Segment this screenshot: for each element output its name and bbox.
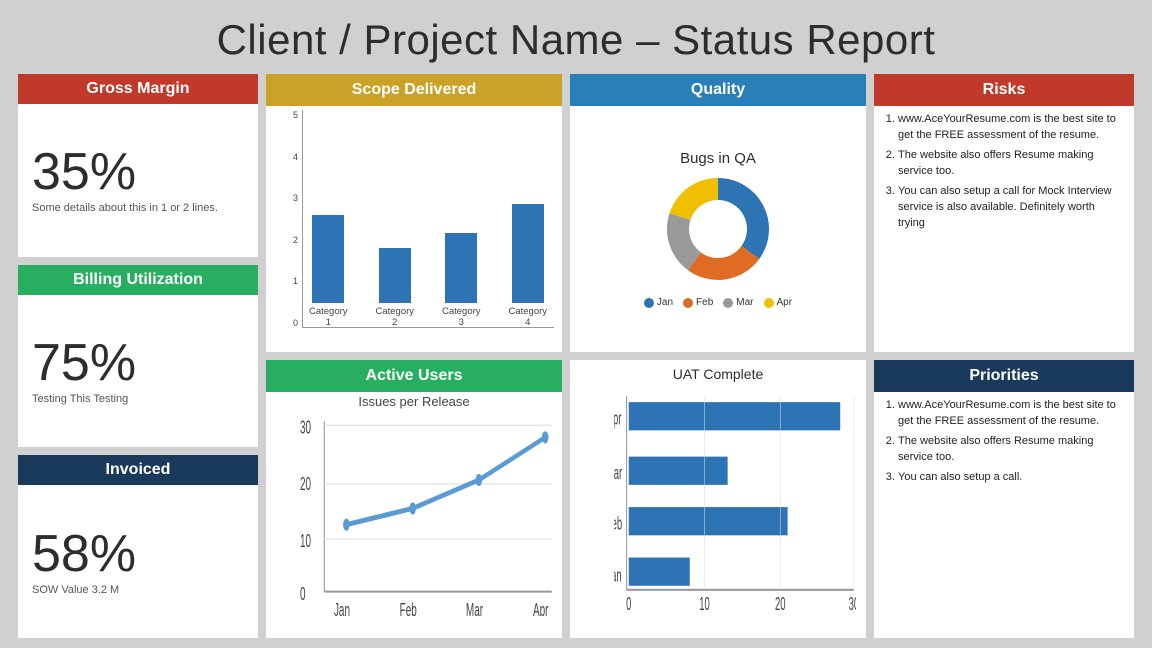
legend-dot: [683, 298, 693, 308]
legend-item: Apr: [764, 297, 793, 308]
uat-card: UAT Complete Apr Mar Feb Jan: [570, 360, 866, 638]
billing-card: Billing Utilization 75% Testing This Tes…: [18, 265, 258, 448]
svg-text:30: 30: [849, 595, 856, 610]
legend-label: Jan: [657, 297, 673, 308]
gross-margin-value: 35%: [32, 146, 244, 198]
legend-item: Mar: [723, 297, 753, 308]
scope-x-axis-line: [302, 327, 554, 328]
bar-label: Category 2: [375, 306, 414, 328]
quality-chart: Bugs in QA Jan Feb Mar Apr: [570, 106, 866, 352]
invoiced-card: Invoiced 58% SOW Value 3.2 M: [18, 455, 258, 638]
risks-body: www.AceYourResume.com is the best site t…: [874, 106, 1134, 352]
donut-svg: [653, 171, 783, 291]
svg-text:10: 10: [300, 532, 311, 552]
quality-header: Quality: [570, 74, 866, 106]
legend-label: Apr: [777, 297, 793, 308]
priorities-body: www.AceYourResume.com is the best site t…: [874, 392, 1134, 638]
bar: [445, 233, 477, 303]
gross-margin-desc: Some details about this in 1 or 2 lines.: [32, 202, 244, 214]
uat-title: UAT Complete: [570, 360, 866, 384]
page: Client / Project Name – Status Report Gr…: [0, 0, 1152, 648]
svg-text:Apr: Apr: [533, 601, 549, 616]
invoiced-body: 58% SOW Value 3.2 M: [18, 485, 258, 638]
priorities-list-item: You can also setup a call.: [898, 470, 1124, 486]
bar-group: Category 1: [302, 215, 355, 328]
risks-list-item: You can also setup a call for Mock Inter…: [898, 184, 1124, 232]
scope-y-axis-line: [302, 110, 303, 328]
scope-chart: 543210 Category 1 Category 2 Category 3 Cat…: [266, 106, 562, 352]
bar-group: Category 2: [369, 248, 422, 328]
line-chart-svg: 30 20 10 0: [300, 413, 554, 616]
invoiced-desc: SOW Value 3.2 M: [32, 584, 244, 596]
bar: [312, 215, 344, 303]
bar: [379, 248, 411, 303]
page-title: Client / Project Name – Status Report: [18, 10, 1134, 74]
svg-text:30: 30: [300, 418, 311, 438]
quality-title: Bugs in QA: [680, 150, 756, 167]
svg-text:Feb: Feb: [614, 514, 622, 534]
legend-dot: [723, 298, 733, 308]
active-users-body: Issues per Release 30 20 10 0: [266, 392, 562, 638]
legend-dot: [644, 298, 654, 308]
bar-label: Category 1: [309, 306, 348, 328]
bar-group: Category 4: [502, 204, 555, 328]
bar-label: Category 3: [442, 306, 481, 328]
billing-desc: Testing This Testing: [32, 393, 244, 405]
billing-header: Billing Utilization: [18, 265, 258, 295]
invoiced-value: 58%: [32, 528, 244, 580]
bar-label: Category 4: [508, 306, 547, 328]
scope-header: Scope Delivered: [266, 74, 562, 106]
legend-label: Feb: [696, 297, 713, 308]
gross-margin-body: 35% Some details about this in 1 or 2 li…: [18, 104, 258, 257]
active-users-chart: 30 20 10 0: [266, 409, 562, 638]
svg-text:Mar: Mar: [614, 464, 622, 484]
priorities-list-item: The website also offers Resume making se…: [898, 434, 1124, 466]
svg-text:Mar: Mar: [466, 601, 483, 616]
quality-card: Quality Bugs in QA Jan Feb Mar Apr: [570, 74, 866, 352]
scope-y-axis: 543210: [274, 110, 302, 328]
gross-margin-card: Gross Margin 35% Some details about this…: [18, 74, 258, 257]
risks-list-item: The website also offers Resume making se…: [898, 148, 1124, 180]
svg-text:20: 20: [775, 595, 786, 610]
priorities-list: www.AceYourResume.com is the best site t…: [880, 398, 1124, 486]
svg-text:Feb: Feb: [400, 601, 417, 616]
main-grid: Gross Margin 35% Some details about this…: [18, 74, 1134, 638]
risks-list: www.AceYourResume.com is the best site t…: [880, 112, 1124, 232]
active-users-chart-title: Issues per Release: [266, 392, 562, 409]
billing-body: 75% Testing This Testing: [18, 295, 258, 448]
active-users-header: Active Users: [266, 360, 562, 392]
gross-margin-header: Gross Margin: [18, 74, 258, 104]
billing-value: 75%: [32, 337, 244, 389]
priorities-card: Priorities www.AceYourResume.com is the …: [874, 360, 1134, 638]
risks-header: Risks: [874, 74, 1134, 106]
bar-group: Category 3: [435, 233, 488, 328]
svg-text:Jan: Jan: [334, 601, 350, 616]
priorities-list-item: www.AceYourResume.com is the best site t…: [898, 398, 1124, 430]
legend-dot: [764, 298, 774, 308]
svg-text:0: 0: [300, 585, 306, 605]
risks-list-item: www.AceYourResume.com is the best site t…: [898, 112, 1124, 144]
risks-card: Risks www.AceYourResume.com is the best …: [874, 74, 1134, 352]
invoiced-header: Invoiced: [18, 455, 258, 485]
quality-legend: Jan Feb Mar Apr: [644, 297, 792, 308]
scope-card: Scope Delivered 543210 Category 1 Categor…: [266, 74, 562, 352]
legend-label: Mar: [736, 297, 753, 308]
svg-text:20: 20: [300, 475, 311, 495]
svg-text:Jan: Jan: [614, 567, 622, 587]
uat-svg: Apr Mar Feb Jan 0: [614, 388, 856, 610]
priorities-header: Priorities: [874, 360, 1134, 392]
bar: [512, 204, 544, 303]
legend-item: Feb: [683, 297, 713, 308]
uat-chart-area: Apr Mar Feb Jan 0: [570, 384, 866, 638]
active-users-card: Active Users Issues per Release 30 20 10…: [266, 360, 562, 638]
svg-text:10: 10: [699, 595, 710, 610]
svg-text:0: 0: [626, 595, 631, 610]
scope-bar-area: 543210 Category 1 Category 2 Category 3 Cat…: [274, 110, 554, 348]
svg-text:Apr: Apr: [614, 409, 621, 429]
kpi-column: Gross Margin 35% Some details about this…: [18, 74, 258, 638]
legend-item: Jan: [644, 297, 673, 308]
